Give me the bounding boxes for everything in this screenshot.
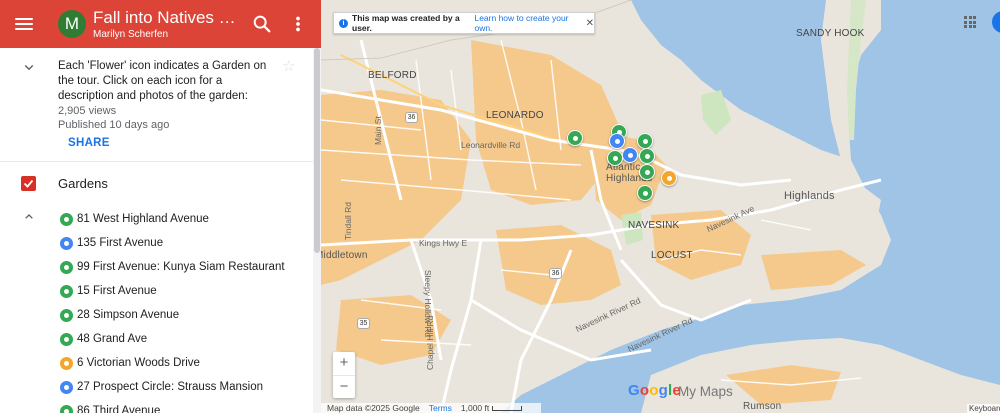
- map-canvas[interactable]: SANDY HOOK BELFORD LEONARDO Atlantic Hig…: [321, 0, 1000, 413]
- map-data-credit: Map data ©2025 Google: [327, 403, 420, 413]
- garden-list-item[interactable]: 81 West Highland Avenue: [58, 207, 285, 231]
- garden-label: 81 West Highland Avenue: [77, 213, 209, 225]
- keyboard-shortcuts-link[interactable]: Keyboard: [967, 404, 1000, 413]
- map-marker[interactable]: [637, 133, 653, 149]
- terms-link[interactable]: Terms: [429, 403, 452, 413]
- apps-grid-icon[interactable]: [964, 16, 976, 28]
- map-description: Each 'Flower' icon indicates a Garden on…: [58, 60, 267, 102]
- close-icon[interactable]: ✕: [586, 18, 594, 29]
- zoom-out-button[interactable]: −: [333, 376, 355, 399]
- scale-bar: [492, 405, 523, 411]
- garden-label: 135 First Avenue: [77, 237, 164, 249]
- map-title[interactable]: Fall into Natives 2025: Highlands Garden…: [93, 8, 243, 28]
- banner-text: This map was created by a user.: [352, 13, 460, 33]
- owner-avatar[interactable]: M: [58, 10, 86, 38]
- map-marker[interactable]: [637, 185, 653, 201]
- learn-more-link[interactable]: Learn how to create your own.: [474, 13, 579, 33]
- garden-list-item[interactable]: 86 Third Avenue: [58, 399, 285, 413]
- map-marker[interactable]: [567, 130, 583, 146]
- garden-list-item[interactable]: 135 First Avenue: [58, 231, 285, 255]
- my-maps-logo-text: My Maps: [678, 384, 733, 399]
- star-icon[interactable]: ☆: [282, 59, 295, 74]
- scrollbar-thumb[interactable]: [314, 48, 320, 253]
- route-36-shield-2: 36: [549, 268, 562, 279]
- map-marker[interactable]: [661, 170, 677, 186]
- published-date: Published 10 days ago: [58, 119, 170, 131]
- road-label-tindall: Tindall Rd: [343, 202, 353, 240]
- road-label-sleepy-hollow: Sleepy Hollow Rd: [423, 270, 433, 338]
- road-label-kings-hwy: Kings Hwy E: [419, 238, 468, 248]
- label-locust: LOCUST: [651, 250, 693, 261]
- flower-marker-icon: [60, 212, 73, 226]
- garden-label: 15 First Avenue: [77, 285, 157, 297]
- flower-marker-icon: [60, 308, 73, 322]
- zoom-in-button[interactable]: +: [333, 352, 355, 375]
- label-rumson: Rumson: [743, 401, 782, 412]
- road-label-leonardville: Leonardville Rd: [461, 140, 521, 150]
- label-middletown: Middletown: [321, 250, 368, 261]
- garden-list-item[interactable]: 27 Prospect Circle: Strauss Mansion: [58, 375, 285, 399]
- map-marker[interactable]: [609, 133, 625, 149]
- panel-header: M Fall into Natives 2025: Highlands Gard…: [0, 0, 321, 48]
- garden-label: 99 First Avenue: Kunya Siam Restaurant: [77, 261, 285, 273]
- flower-marker-icon: [60, 356, 73, 370]
- garden-list-item[interactable]: 6 Victorian Woods Drive: [58, 351, 285, 375]
- flower-marker-icon: [60, 404, 73, 413]
- user-map-banner: i This map was created by a user. Learn …: [333, 12, 595, 34]
- map-marker[interactable]: [639, 164, 655, 180]
- garden-label: 27 Prospect Circle: Strauss Mansion: [77, 381, 263, 393]
- search-icon[interactable]: [251, 13, 273, 35]
- side-panel: M Fall into Natives 2025: Highlands Gard…: [0, 0, 321, 413]
- garden-label: 48 Grand Ave: [77, 333, 148, 345]
- map-marker[interactable]: [607, 150, 623, 166]
- layer-checkbox[interactable]: [21, 176, 36, 191]
- chevron-down-icon[interactable]: [20, 58, 38, 76]
- map-marker[interactable]: [622, 147, 638, 163]
- chevron-up-icon[interactable]: [21, 209, 37, 225]
- map-marker[interactable]: [639, 148, 655, 164]
- garden-list-item[interactable]: 28 Simpson Avenue: [58, 303, 285, 327]
- garden-label: 6 Victorian Woods Drive: [77, 357, 200, 369]
- map-footer: Map data ©2025 Google Terms 1,000 ft: [321, 403, 541, 413]
- share-button[interactable]: SHARE: [68, 137, 110, 149]
- divider: [0, 161, 313, 162]
- scale-label[interactable]: 1,000 ft: [461, 403, 489, 413]
- garden-list-item[interactable]: 99 First Avenue: Kunya Siam Restaurant: [58, 255, 285, 279]
- route-35-shield: 35: [357, 318, 370, 329]
- zoom-controls: + −: [333, 352, 355, 398]
- map-owner[interactable]: Marilyn Scherfen: [93, 29, 168, 40]
- garden-label: 86 Third Avenue: [77, 405, 161, 413]
- label-sandy-hook: SANDY HOOK: [796, 28, 865, 39]
- garden-label: 28 Simpson Avenue: [77, 309, 180, 321]
- road-label-main-st: Main St: [373, 116, 383, 145]
- label-navesink: NAVESINK: [628, 220, 680, 231]
- label-leonardo: LEONARDO: [486, 110, 544, 121]
- info-icon: i: [339, 18, 348, 28]
- flower-marker-icon: [60, 284, 73, 298]
- flower-marker-icon: [60, 260, 73, 274]
- menu-icon[interactable]: [12, 12, 36, 36]
- google-logo: Google: [628, 382, 681, 399]
- label-highlands: Highlands: [784, 190, 835, 202]
- flower-marker-icon: [60, 332, 73, 346]
- map-background: [321, 0, 1000, 413]
- flower-marker-icon: [60, 380, 73, 394]
- garden-list-item[interactable]: 48 Grand Ave: [58, 327, 285, 351]
- layer-name[interactable]: Gardens: [58, 176, 108, 191]
- label-belford: BELFORD: [368, 70, 417, 81]
- google-my-maps-app: M Fall into Natives 2025: Highlands Gard…: [0, 0, 1000, 413]
- garden-list-item[interactable]: 15 First Avenue: [58, 279, 285, 303]
- garden-list: 81 West Highland Avenue 135 First Avenue 9…: [58, 207, 285, 413]
- route-36-shield: 36: [405, 112, 418, 123]
- more-options-icon[interactable]: [287, 13, 309, 35]
- flower-marker-icon: [60, 236, 73, 250]
- view-count: 2,905 views: [58, 105, 117, 117]
